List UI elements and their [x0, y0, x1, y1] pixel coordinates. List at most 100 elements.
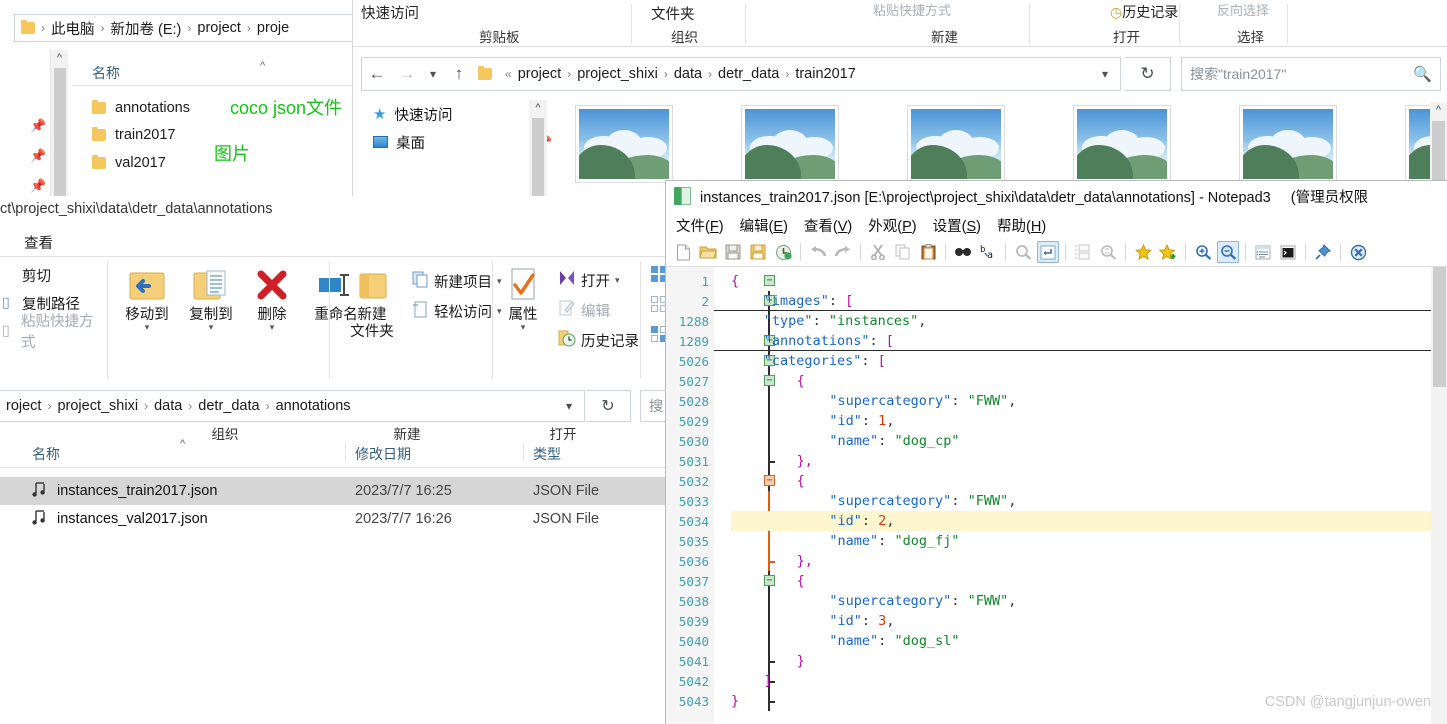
table-row[interactable]: instances_val2017.json 2023/7/7 16:26 JS…	[0, 505, 665, 533]
column-divider[interactable]	[345, 442, 346, 462]
undo-icon[interactable]	[807, 241, 829, 263]
recent-locations-button[interactable]: ▾	[422, 67, 444, 81]
add-bookmark-icon[interactable]	[1157, 241, 1179, 263]
scrollbar-thumb[interactable]	[54, 68, 66, 196]
open-button[interactable]: 打开 ▾	[558, 269, 620, 291]
search-input[interactable]: 搜	[649, 396, 663, 416]
invert-selection-icon[interactable]	[650, 325, 665, 348]
chevron-down-icon[interactable]: ▾	[1102, 67, 1108, 81]
table-row[interactable]: instances_train2017.json 2023/7/7 16:25 …	[0, 477, 665, 505]
breadcrumb-item-0[interactable]: project	[518, 66, 562, 82]
always-on-top-icon[interactable]	[1312, 241, 1334, 263]
thumbnail-item[interactable]	[575, 105, 673, 183]
redo-icon[interactable]	[832, 241, 854, 263]
thumbnail-item[interactable]	[741, 105, 839, 183]
editor-scrollbar[interactable]	[1431, 267, 1447, 724]
address-bar-3[interactable]: roject › project_shixi › data › detr_dat…	[0, 390, 585, 422]
scrollbar-thumb[interactable]	[532, 118, 544, 196]
thumbnail-item[interactable]	[907, 105, 1005, 183]
breadcrumb-item-3[interactable]: detr_data	[198, 398, 259, 414]
breadcrumb-item-2[interactable]: data	[154, 398, 182, 414]
paste-shortcut-label[interactable]: 粘贴快捷方式	[873, 0, 951, 19]
bookmark-icon[interactable]	[1132, 241, 1154, 263]
notepad3-editor[interactable]: 1 2 1288 1289 5026 5027 5028 5029 5030 5031 5032 50…	[666, 267, 1447, 724]
copy-icon[interactable]	[892, 241, 914, 263]
copy-to-button[interactable]: 复制到 ▾	[180, 263, 242, 332]
exit-icon[interactable]	[1347, 241, 1369, 263]
refresh-button-2[interactable]: ↻	[1125, 57, 1171, 91]
breadcrumb-item-3[interactable]: proje	[257, 20, 289, 36]
menu-item-1[interactable]: 编辑(E)	[740, 215, 788, 236]
column-header-name[interactable]: 名称	[92, 63, 120, 83]
up-button[interactable]: ↑	[444, 64, 474, 84]
search-box-3[interactable]: 搜	[640, 390, 665, 422]
column-header-modified[interactable]: 修改日期	[355, 444, 411, 464]
chevron-down-icon[interactable]: ▾	[566, 399, 572, 413]
select-none-icon[interactable]	[650, 295, 665, 318]
column-divider[interactable]	[523, 442, 524, 462]
breadcrumb-item-3[interactable]: detr_data	[718, 66, 779, 82]
open-file-icon[interactable]	[697, 241, 719, 263]
history-label[interactable]: ◷历史记录	[1110, 2, 1178, 22]
breadcrumb-item-4[interactable]: annotations	[276, 398, 351, 414]
column-header-type[interactable]: 类型	[533, 444, 561, 464]
word-wrap-icon[interactable]	[1252, 241, 1274, 263]
edit-button[interactable]: 编辑	[558, 299, 610, 321]
save-as-icon[interactable]	[747, 241, 769, 263]
breadcrumb-item-0[interactable]: roject	[6, 398, 41, 414]
breadcrumb-item-2[interactable]: project	[197, 20, 241, 36]
list-item[interactable]: annotations	[92, 100, 190, 116]
menu-item-4[interactable]: 设置(S)	[933, 215, 981, 236]
chevron-down-icon[interactable]: ▾	[180, 323, 242, 332]
back-button[interactable]: ←	[362, 64, 392, 84]
cut-icon[interactable]	[867, 241, 889, 263]
new-folder-button[interactable]: 新建 文件夹	[340, 263, 404, 341]
nav-pane-scrollbar-1[interactable]: ^	[50, 50, 68, 196]
thumbnail-item[interactable]	[1073, 105, 1171, 183]
breadcrumb-item-4[interactable]: train2017	[795, 66, 855, 82]
find-next-icon[interactable]	[1012, 241, 1034, 263]
chevron-down-icon[interactable]: ▾	[244, 323, 300, 332]
notepad3-title-bar[interactable]: instances_train2017.json [E:\project\pro…	[666, 181, 1447, 211]
zoom-in-icon[interactable]	[1192, 241, 1214, 263]
scroll-up-icon[interactable]: ^	[529, 100, 547, 116]
address-bar-2[interactable]: ← → ▾ ↑ « project › project_shixi › data…	[361, 57, 1121, 91]
scrollbar-thumb[interactable]	[1433, 267, 1446, 387]
cut-button[interactable]: 剪切	[0, 261, 102, 289]
delete-button[interactable]: 删除 ▾	[244, 263, 300, 332]
forward-button[interactable]: →	[392, 64, 422, 84]
find-icon[interactable]	[952, 241, 974, 263]
search-box-2[interactable]: 搜索"train2017" 🔍	[1181, 57, 1441, 91]
chevron-down-icon[interactable]: ▾	[498, 323, 548, 332]
history-button[interactable]: 历史记录	[558, 329, 639, 351]
pin-icon[interactable]: 📌	[30, 178, 46, 193]
pin-icon[interactable]: 📌	[30, 148, 46, 163]
menu-item-3[interactable]: 外观(P)	[868, 215, 916, 236]
move-to-button[interactable]: 移动到 ▾	[116, 263, 178, 332]
pin-icon[interactable]: 📌	[30, 118, 46, 133]
search-input[interactable]: 搜索"train2017"	[1190, 64, 1286, 84]
list-item[interactable]: train2017	[92, 127, 175, 143]
menu-item-5[interactable]: 帮助(H)	[997, 215, 1046, 236]
zoom-out-icon[interactable]	[1217, 241, 1239, 263]
breadcrumb-overflow[interactable]: «	[505, 67, 512, 81]
address-bar-1[interactable]: › 此电脑 › 新加卷 (E:) › project › proje	[14, 14, 352, 42]
fold-collapse-icon[interactable]: −	[764, 275, 775, 286]
breadcrumb-item-2[interactable]: data	[674, 66, 702, 82]
list-item[interactable]: val2017	[92, 155, 166, 171]
console-icon[interactable]	[1277, 241, 1299, 263]
new-file-icon[interactable]	[672, 241, 694, 263]
paste-shortcut-button[interactable]: ▯ 粘贴快捷方式	[0, 314, 102, 351]
save-icon[interactable]	[722, 241, 744, 263]
toggle-eol-icon[interactable]	[1037, 241, 1059, 263]
menu-item-2[interactable]: 查看(V)	[804, 215, 852, 236]
nav-item-desktop[interactable]: 桌面 📌	[373, 128, 552, 156]
invert-selection-label[interactable]: 反向选择	[1217, 0, 1269, 19]
properties-button[interactable]: 属性 ▾	[498, 263, 548, 332]
breadcrumb-item-0[interactable]: 此电脑	[51, 18, 95, 39]
fold-margin[interactable]: − + + − − − −	[714, 267, 775, 724]
select-all-icon[interactable]	[650, 265, 665, 288]
scroll-up-icon[interactable]: ^	[1430, 102, 1447, 119]
nav-pane-scrollbar-2[interactable]: ^	[529, 100, 547, 196]
breadcrumb-item-1[interactable]: project_shixi	[577, 66, 658, 82]
